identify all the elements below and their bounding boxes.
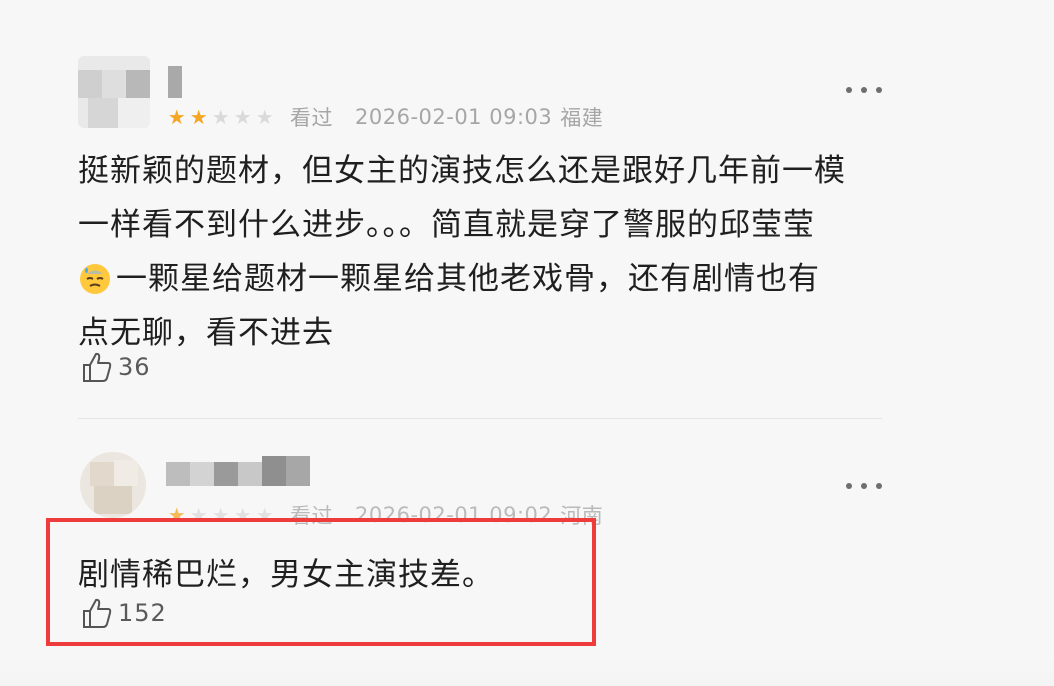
comment-feed: ★ ★ ★ ★ ★ 看过 2026-02-01 09:03 福建 挺新颖的题材，但女主的… [0, 0, 1054, 686]
star-filled-icon: ★ [167, 105, 187, 129]
watched-label: 看过 [290, 106, 333, 130]
avatar[interactable] [80, 452, 146, 518]
comment-card: ★ ★ ★ ★ ★ 看过 2026-02-01 09:03 福建 挺新颖的题材，但女主的… [0, 40, 1054, 420]
comment-meta: ★ ★ ★ ★ ★ 看过 2026-02-01 09:03 福建 [166, 102, 603, 132]
like-button[interactable]: 36 [80, 350, 151, 384]
thumbs-up-icon [83, 352, 112, 382]
comment-location: 福建 [560, 106, 604, 130]
comment-text: 挺新颖的题材，但女主的演技怎么还是跟好几年前一模 一样看不到什么进步。。。简直就… [78, 144, 878, 360]
star-empty-icon: ★ [211, 105, 231, 129]
comment-text-line-with-emoji: 一颗星给题材一颗星给其他老戏骨，还有剧情也有 [78, 252, 878, 306]
more-dots-icon[interactable] [846, 80, 882, 100]
star-empty-icon: ★ [255, 105, 275, 129]
star-filled-icon: ★ [189, 105, 209, 129]
comment-text-line: 挺新颖的题材，但女主的演技怎么还是跟好几年前一模 [78, 153, 846, 189]
sweat-smile-emoji [80, 264, 110, 294]
comment-time: 2026-02-01 09:03 [355, 105, 553, 129]
comment-text-line: 点无聊，看不进去 [78, 315, 334, 351]
comment-text-line: 一颗星给题材一颗星给其他老戏骨，还有剧情也有 [116, 261, 820, 297]
rating-stars: ★ ★ ★ ★ ★ [166, 107, 276, 127]
avatar[interactable] [78, 56, 150, 128]
username[interactable] [166, 66, 186, 98]
comment-text-line: 一样看不到什么进步。。。简直就是穿了警服的邱莹莹 [78, 207, 815, 243]
more-dots-icon[interactable] [846, 476, 882, 496]
bottom-fade [0, 656, 1054, 686]
like-count: 36 [118, 353, 151, 381]
username[interactable] [166, 456, 316, 488]
star-empty-icon: ★ [233, 105, 253, 129]
highlight-box [46, 518, 596, 646]
divider [78, 418, 882, 419]
